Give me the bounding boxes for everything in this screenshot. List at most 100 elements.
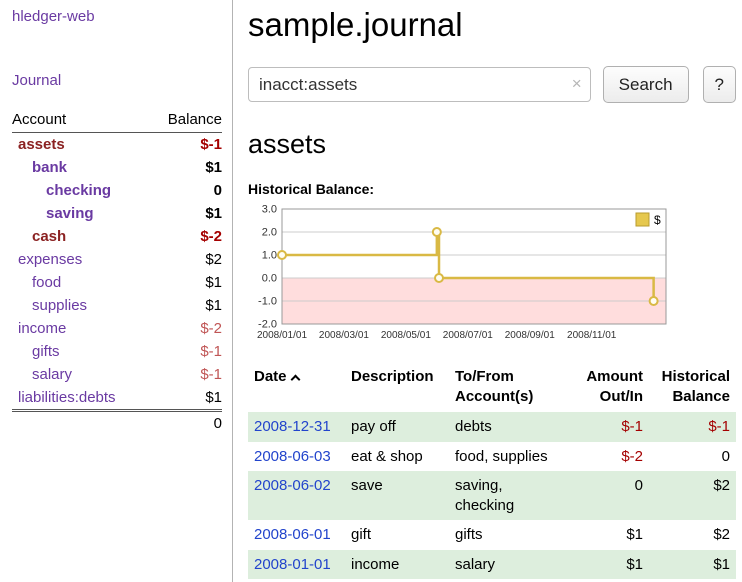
account-link[interactable]: liabilities:debts bbox=[18, 389, 116, 406]
account-row: food $1 bbox=[12, 271, 222, 294]
account-balance: $1 bbox=[150, 386, 222, 411]
account-heading: assets bbox=[248, 129, 736, 160]
account-link[interactable]: gifts bbox=[32, 343, 60, 360]
account-link[interactable]: bank bbox=[32, 159, 67, 176]
account-row: liabilities:debts $1 bbox=[12, 386, 222, 411]
account-balance: $1 bbox=[150, 202, 222, 225]
account-link[interactable]: income bbox=[18, 320, 66, 337]
svg-text:2.0: 2.0 bbox=[262, 227, 277, 239]
register-row: 2008-06-01 giftgifts$1$2 bbox=[248, 520, 736, 550]
account-balance: $-1 bbox=[150, 363, 222, 386]
description-cell: save bbox=[345, 471, 449, 520]
amount-cell: $-2 bbox=[571, 442, 649, 472]
account-balance: $-2 bbox=[150, 225, 222, 248]
accounts-total-row: 0 bbox=[12, 411, 222, 436]
svg-text:3.0: 3.0 bbox=[262, 204, 277, 216]
balance-cell: $-1 bbox=[649, 412, 736, 442]
balance-cell: $2 bbox=[649, 471, 736, 520]
account-cell: salary bbox=[449, 550, 571, 580]
account-row: assets $-1 bbox=[12, 133, 222, 157]
chart-title: Historical Balance: bbox=[248, 181, 736, 197]
description-cell: pay off bbox=[345, 412, 449, 442]
balance-cell: 0 bbox=[649, 442, 736, 472]
legend-label: $ bbox=[654, 213, 661, 227]
account-cell: gifts bbox=[449, 520, 571, 550]
main-content: sample.journal × Search ? assets Histori… bbox=[248, 0, 736, 579]
amount-cell: $1 bbox=[571, 520, 649, 550]
svg-text:0.0: 0.0 bbox=[262, 273, 277, 285]
legend-swatch bbox=[636, 213, 649, 226]
date-link[interactable]: 2008-06-03 bbox=[254, 448, 331, 465]
svg-text:1.0: 1.0 bbox=[262, 250, 277, 262]
svg-text:2008/11/01: 2008/11/01 bbox=[567, 330, 617, 341]
account-link[interactable]: supplies bbox=[32, 297, 87, 314]
balance-cell: $1 bbox=[649, 550, 736, 580]
account-link[interactable]: food bbox=[32, 274, 61, 291]
svg-text:-1.0: -1.0 bbox=[258, 296, 277, 308]
account-row: income $-2 bbox=[12, 317, 222, 340]
search-bar: × Search ? bbox=[248, 66, 736, 103]
historical-balance-chart: 3.0 2.0 1.0 0.0 -1.0 -2.02008/01/01 2008/03/01… bbox=[248, 201, 680, 349]
date-link[interactable]: 2008-06-02 bbox=[254, 477, 331, 494]
app-title-link[interactable]: hledger-web bbox=[12, 8, 95, 25]
sidebar-item-journal[interactable]: Journal bbox=[12, 72, 222, 89]
data-point-marker bbox=[435, 274, 443, 282]
account-row: expenses$2 bbox=[12, 248, 222, 271]
search-input[interactable] bbox=[248, 67, 591, 102]
account-cell: saving, checking bbox=[449, 471, 571, 520]
date-link[interactable]: 2008-06-01 bbox=[254, 526, 331, 543]
register-row: 2008-01-01incomesalary$1$1 bbox=[248, 550, 736, 580]
svg-text:2008/07/01: 2008/07/01 bbox=[443, 330, 493, 341]
date-link[interactable]: 2008-12-31 bbox=[254, 418, 331, 435]
register-row: 2008-12-31pay offdebts$-1$-1 bbox=[248, 412, 736, 442]
register-row: 2008-06-03eat & shopfood, supplies$-20 bbox=[248, 442, 736, 472]
account-balance: $1 bbox=[150, 271, 222, 294]
account-balance: $-2 bbox=[150, 317, 222, 340]
page-title: sample.journal bbox=[248, 6, 736, 44]
account-link[interactable]: checking bbox=[46, 182, 111, 199]
accounts-table: Account Balance assets$-1bank$1checking0… bbox=[12, 111, 222, 435]
clear-search-icon[interactable]: × bbox=[572, 74, 582, 94]
account-row: bank$1 bbox=[12, 156, 222, 179]
amount-cell: 0 bbox=[571, 471, 649, 520]
search-button[interactable]: Search bbox=[603, 66, 689, 103]
balance-cell: $2 bbox=[649, 520, 736, 550]
historical-balance-column-header: Historical Balance bbox=[649, 365, 736, 412]
account-row: checking0 bbox=[12, 179, 222, 202]
account-balance: $1 bbox=[150, 294, 222, 317]
data-point-marker bbox=[278, 251, 286, 259]
register-header-row: Date Description To/From Account(s) Amou… bbox=[248, 365, 736, 412]
description-cell: gift bbox=[345, 520, 449, 550]
amount-cell: $1 bbox=[571, 550, 649, 580]
description-cell: eat & shop bbox=[345, 442, 449, 472]
accounts-total-value: 0 bbox=[150, 411, 222, 436]
account-link[interactable]: salary bbox=[32, 366, 72, 383]
svg-text:2008/01/01: 2008/01/01 bbox=[257, 330, 307, 341]
svg-text:2008/03/01: 2008/03/01 bbox=[319, 330, 369, 341]
account-link[interactable]: saving bbox=[46, 205, 94, 222]
account-row: supplies $1 bbox=[12, 294, 222, 317]
account-link[interactable]: expenses bbox=[18, 251, 82, 268]
date-column-header[interactable]: Date bbox=[248, 365, 345, 412]
date-link[interactable]: 2008-01-01 bbox=[254, 556, 331, 573]
data-point-marker bbox=[433, 228, 441, 236]
data-point-marker bbox=[650, 297, 658, 305]
account-row: salary $-1 bbox=[12, 363, 222, 386]
amount-cell: $-1 bbox=[571, 412, 649, 442]
account-balance: $-1 bbox=[150, 340, 222, 363]
description-column-header: Description bbox=[345, 365, 449, 412]
register-row: 2008-06-02 savesaving, checking0$2 bbox=[248, 471, 736, 520]
account-link[interactable]: cash bbox=[32, 228, 66, 245]
register-table: Date Description To/From Account(s) Amou… bbox=[248, 365, 736, 579]
account-column-header: Account bbox=[12, 111, 150, 133]
svg-text:-2.0: -2.0 bbox=[258, 319, 277, 331]
sort-ascending-icon bbox=[290, 375, 300, 385]
account-link[interactable]: assets bbox=[18, 136, 65, 153]
help-button[interactable]: ? bbox=[703, 66, 736, 103]
amount-column-header: Amount Out/In bbox=[571, 365, 649, 412]
account-balance: $-1 bbox=[150, 133, 222, 157]
account-cell: debts bbox=[449, 412, 571, 442]
svg-text:2008/09/01: 2008/09/01 bbox=[505, 330, 555, 341]
account-row: cash $-2 bbox=[12, 225, 222, 248]
svg-text:2008/05/01: 2008/05/01 bbox=[381, 330, 431, 341]
